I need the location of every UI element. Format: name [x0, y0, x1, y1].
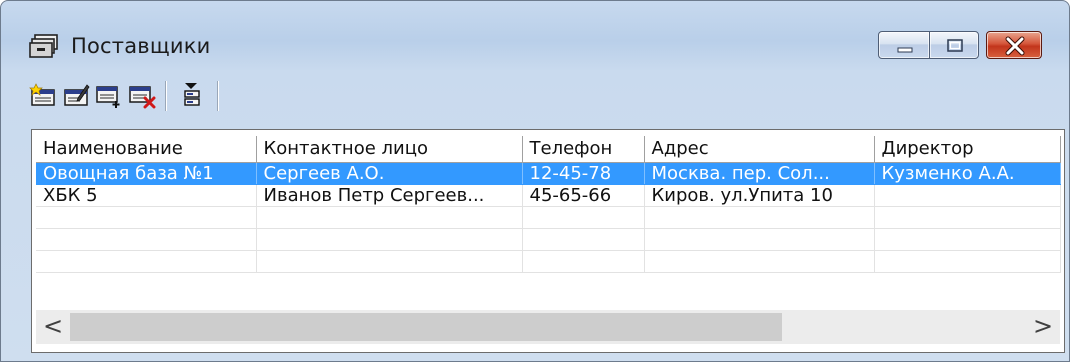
- delete-record-icon[interactable]: [128, 81, 156, 109]
- scroll-left-button[interactable]: <: [36, 310, 70, 344]
- cell-phone[interactable]: [522, 206, 645, 229]
- cell-phone[interactable]: [522, 228, 645, 251]
- cell-name[interactable]: ХБК 5: [36, 184, 257, 207]
- cell-director[interactable]: [874, 228, 1061, 251]
- column-header-phone[interactable]: Телефон: [522, 136, 645, 163]
- close-button[interactable]: [986, 31, 1042, 59]
- toolbar-separator: [217, 81, 218, 111]
- minimize-icon: [897, 47, 913, 53]
- close-icon: [1005, 36, 1025, 56]
- scroll-right-button[interactable]: >: [1026, 310, 1060, 344]
- cell-phone[interactable]: [522, 250, 645, 273]
- filter-icon[interactable]: [179, 81, 207, 109]
- cell-director[interactable]: [874, 206, 1061, 229]
- toolbar: [29, 75, 429, 115]
- maximize-button[interactable]: [929, 31, 979, 59]
- cell-name[interactable]: [36, 228, 257, 251]
- window-title: Поставщики: [71, 34, 211, 58]
- horizontal-scrollbar[interactable]: < >: [36, 310, 1060, 344]
- cell-contact[interactable]: [256, 250, 523, 273]
- table-row[interactable]: [36, 250, 1061, 273]
- cell-contact[interactable]: [256, 228, 523, 251]
- insert-record-icon[interactable]: [95, 81, 123, 109]
- column-header-director[interactable]: Директор: [874, 136, 1061, 163]
- grid-table: Наименование Контактное лицо Телефон Адр…: [36, 136, 1061, 273]
- table-row[interactable]: ХБК 5 Иванов Петр Сергеев... 45-65-66 Ки…: [36, 184, 1061, 207]
- minimize-button[interactable]: [878, 31, 930, 59]
- cell-contact[interactable]: [256, 206, 523, 229]
- toolbar-separator: [165, 81, 166, 111]
- cell-director[interactable]: [874, 184, 1061, 207]
- cabinet-icon: [29, 33, 63, 59]
- cell-address[interactable]: [644, 206, 875, 229]
- cell-phone[interactable]: 45-65-66: [522, 184, 645, 207]
- edit-record-icon[interactable]: [62, 81, 90, 109]
- new-record-icon[interactable]: [29, 81, 57, 109]
- table-row[interactable]: [36, 228, 1061, 251]
- column-header-address[interactable]: Адрес: [644, 136, 875, 163]
- maximize-icon: [947, 39, 963, 52]
- suppliers-grid[interactable]: Наименование Контактное лицо Телефон Адр…: [31, 129, 1065, 353]
- cell-address[interactable]: Москва. пер. Сол...: [644, 162, 875, 185]
- scroll-thumb[interactable]: [70, 313, 782, 341]
- cell-address[interactable]: [644, 250, 875, 273]
- column-header-contact[interactable]: Контактное лицо: [256, 136, 523, 163]
- cell-director[interactable]: [874, 250, 1061, 273]
- cell-name[interactable]: [36, 250, 257, 273]
- title-bar[interactable]: Поставщики: [1, 1, 1069, 71]
- cell-name[interactable]: Овощная база №1: [36, 162, 257, 185]
- table-row[interactable]: [36, 206, 1061, 229]
- header-row: Наименование Контактное лицо Телефон Адр…: [36, 136, 1061, 163]
- column-header-name[interactable]: Наименование: [36, 136, 257, 163]
- suppliers-window: Поставщики Наименование Контактное лицо …: [0, 0, 1070, 362]
- cell-director[interactable]: Кузменко А.А.: [874, 162, 1061, 185]
- cell-contact[interactable]: Сергеев А.О.: [256, 162, 523, 185]
- table-row[interactable]: Овощная база №1 Сергеев А.О. 12-45-78 Мо…: [36, 162, 1061, 185]
- cell-contact[interactable]: Иванов Петр Сергеев...: [256, 184, 523, 207]
- cell-phone[interactable]: 12-45-78: [522, 162, 645, 185]
- cell-address[interactable]: Киров. ул.Упита 10: [644, 184, 875, 207]
- cell-name[interactable]: [36, 206, 257, 229]
- cell-address[interactable]: [644, 228, 875, 251]
